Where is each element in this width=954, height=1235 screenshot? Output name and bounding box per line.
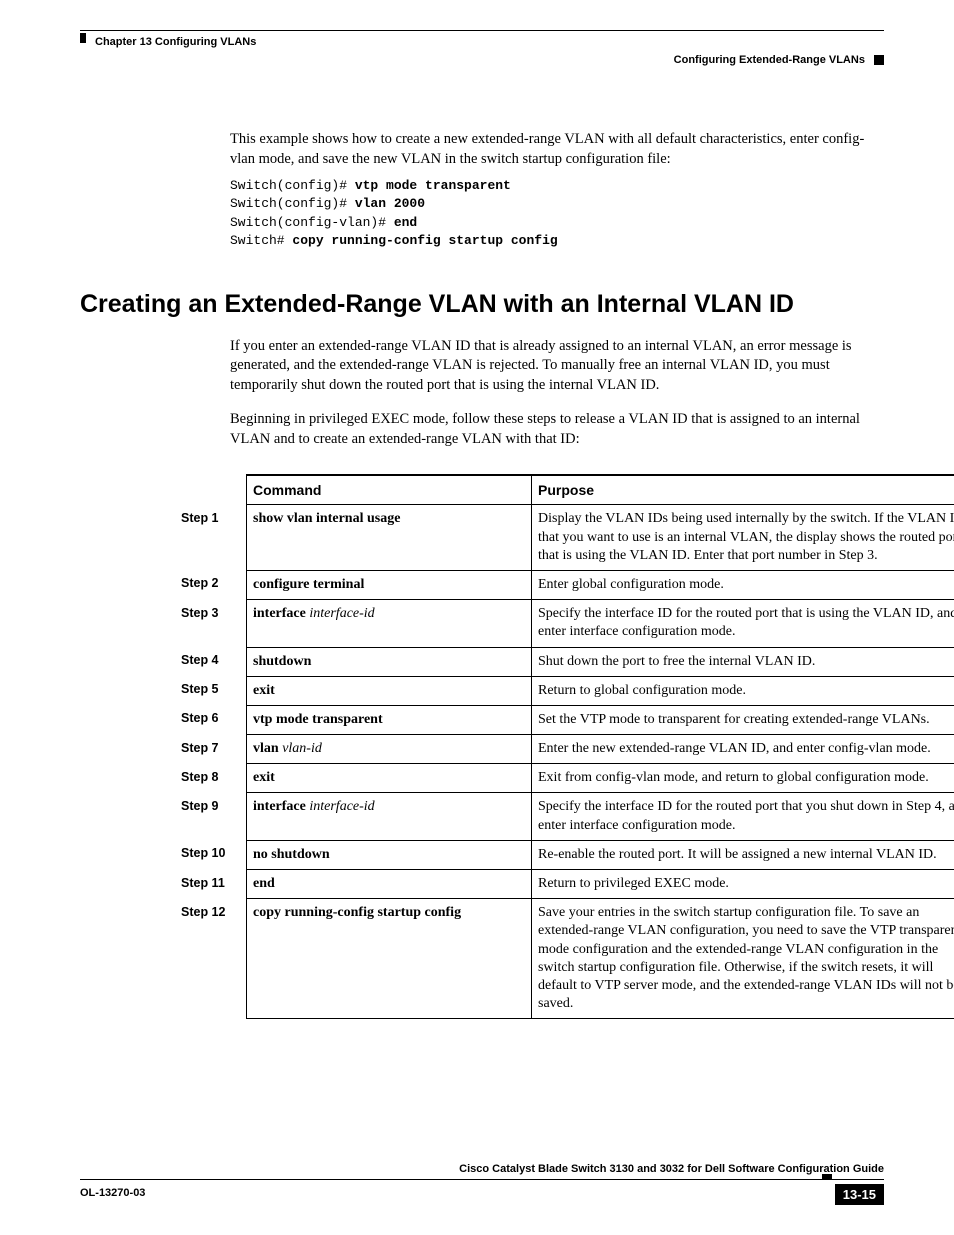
- table-row: Step 7vlan vlan-idEnter the new extended…: [175, 735, 954, 764]
- footer-guide-title: Cisco Catalyst Blade Switch 3130 and 303…: [459, 1163, 884, 1175]
- command-bold: shutdown: [253, 654, 311, 669]
- header-command: Command: [247, 475, 532, 505]
- command-cell: shutdown: [247, 647, 532, 676]
- command-italic: interface-id: [306, 606, 375, 621]
- intro-paragraph: This example shows how to create a new e…: [230, 130, 884, 169]
- command-bold: vlan: [253, 741, 279, 756]
- code-cmd: end: [394, 215, 417, 230]
- command-bold: configure terminal: [253, 577, 364, 592]
- table-row: Step 11 end Return to privileged EXEC mode…: [175, 870, 954, 899]
- table-row: Step 10 no shutdown Re-enable the routed p…: [175, 840, 954, 869]
- header-step: [175, 475, 247, 505]
- header-purpose: Purpose: [532, 475, 954, 505]
- purpose-cell: Return to privileged EXEC mode.: [532, 870, 954, 899]
- command-cell: exit: [247, 764, 532, 793]
- command-cell: exit: [247, 676, 532, 705]
- section-heading: Creating an Extended-Range VLAN with an …: [80, 290, 884, 319]
- section-paragraph-2: Beginning in privileged EXEC mode, follo…: [230, 410, 884, 449]
- command-cell: end: [247, 870, 532, 899]
- command-bold: vtp mode transparent: [253, 712, 383, 727]
- command-cell: interface interface-id: [247, 793, 532, 840]
- step-label: Step 2: [175, 570, 247, 599]
- command-cell: configure terminal: [247, 570, 532, 599]
- table-row: Step 5 exit Return to global configuration…: [175, 676, 954, 705]
- step-label: Step 10: [175, 840, 247, 869]
- command-bold: no shutdown: [253, 847, 330, 862]
- command-bold: end: [253, 876, 275, 891]
- table-row: Step 8 exit Exit from config-vlan mode, an…: [175, 764, 954, 793]
- code-prompt: Switch#: [230, 233, 292, 248]
- step-label: Step 8: [175, 764, 247, 793]
- command-bold: show vlan internal usage: [253, 511, 400, 526]
- document-page: Chapter 13 Configuring VLANs Configuring…: [0, 0, 954, 1235]
- command-bold: interface: [253, 606, 306, 621]
- command-italic: vlan-id: [279, 741, 322, 756]
- step-label: Step 6: [175, 705, 247, 734]
- code-cmd: vtp mode transparent: [355, 178, 511, 193]
- section-paragraph-1: If you enter an extended-range VLAN ID t…: [230, 337, 884, 396]
- code-cmd: vlan 2000: [355, 196, 425, 211]
- command-cell: vtp mode transparent: [247, 705, 532, 734]
- header-marker: [80, 33, 86, 43]
- step-label: Step 11: [175, 870, 247, 899]
- purpose-cell: Display the VLAN IDs being used internal…: [532, 505, 954, 571]
- step-label: Step 4: [175, 647, 247, 676]
- step-label: Step 12: [175, 899, 247, 1019]
- command-italic: interface-id: [306, 799, 375, 814]
- step-label: Step 7: [175, 735, 247, 764]
- command-bold: copy running-config startup config: [253, 905, 461, 920]
- command-bold: exit: [253, 683, 275, 698]
- header-chapter: Chapter 13 Configuring VLANs: [95, 36, 256, 48]
- footer-rule: [80, 1179, 884, 1180]
- table-row: Step 2 configure terminal Enter global con…: [175, 570, 954, 599]
- purpose-cell: Save your entries in the switch startup …: [532, 899, 954, 1019]
- table-row: Step 12 copy running-config startup confi…: [175, 899, 954, 1019]
- content-body: This example shows how to create a new e…: [230, 130, 884, 1019]
- header-section: Configuring Extended-Range VLANs: [674, 54, 884, 66]
- purpose-cell: Exit from config-vlan mode, and return t…: [532, 764, 954, 793]
- header-rule: [80, 30, 884, 31]
- purpose-cell: Re-enable the routed port. It will be as…: [532, 840, 954, 869]
- command-cell: copy running-config startup config: [247, 899, 532, 1019]
- code-example: Switch(config)# vtp mode transparent Swi…: [230, 177, 884, 250]
- page-number: 13-15: [835, 1184, 884, 1205]
- purpose-cell: Shut down the port to free the internal …: [532, 647, 954, 676]
- table-row: Step 6 vtp mode transparent Set the VTP mo…: [175, 705, 954, 734]
- code-prompt: Switch(config)#: [230, 178, 355, 193]
- step-label: Step 9: [175, 793, 247, 840]
- command-cell: vlan vlan-id: [247, 735, 532, 764]
- steps-table: Command Purpose Step 1 show vlan internal…: [175, 474, 954, 1019]
- table-row: Step 4 shutdown Shut down the port to free…: [175, 647, 954, 676]
- step-label: Step 5: [175, 676, 247, 705]
- purpose-cell: Specify the interface ID for the routed …: [532, 600, 954, 647]
- command-cell: interface interface-id: [247, 600, 532, 647]
- command-cell: no shutdown: [247, 840, 532, 869]
- purpose-cell: Enter global configuration mode.: [532, 570, 954, 599]
- code-prompt: Switch(config-vlan)#: [230, 215, 394, 230]
- table-row: Step 3interface interface-idSpecify the …: [175, 600, 954, 647]
- step-label: Step 1: [175, 505, 247, 571]
- command-bold: exit: [253, 770, 275, 785]
- purpose-cell: Specify the interface ID for the routed …: [532, 793, 954, 840]
- table-row: Step 1 show vlan internal usage Display th…: [175, 505, 954, 571]
- step-label: Step 3: [175, 600, 247, 647]
- purpose-cell: Return to global configuration mode.: [532, 676, 954, 705]
- code-cmd: copy running-config startup config: [292, 233, 557, 248]
- table-row: Step 9interface interface-idSpecify the …: [175, 793, 954, 840]
- purpose-cell: Enter the new extended-range VLAN ID, an…: [532, 735, 954, 764]
- table-header-row: Command Purpose: [175, 475, 954, 505]
- command-cell: show vlan internal usage: [247, 505, 532, 571]
- command-bold: interface: [253, 799, 306, 814]
- header-section-text: Configuring Extended-Range VLANs: [674, 54, 865, 66]
- code-prompt: Switch(config)#: [230, 196, 355, 211]
- header-section-marker: [874, 55, 884, 65]
- purpose-cell: Set the VTP mode to transparent for crea…: [532, 705, 954, 734]
- footer-doc-number: OL-13270-03: [80, 1187, 145, 1199]
